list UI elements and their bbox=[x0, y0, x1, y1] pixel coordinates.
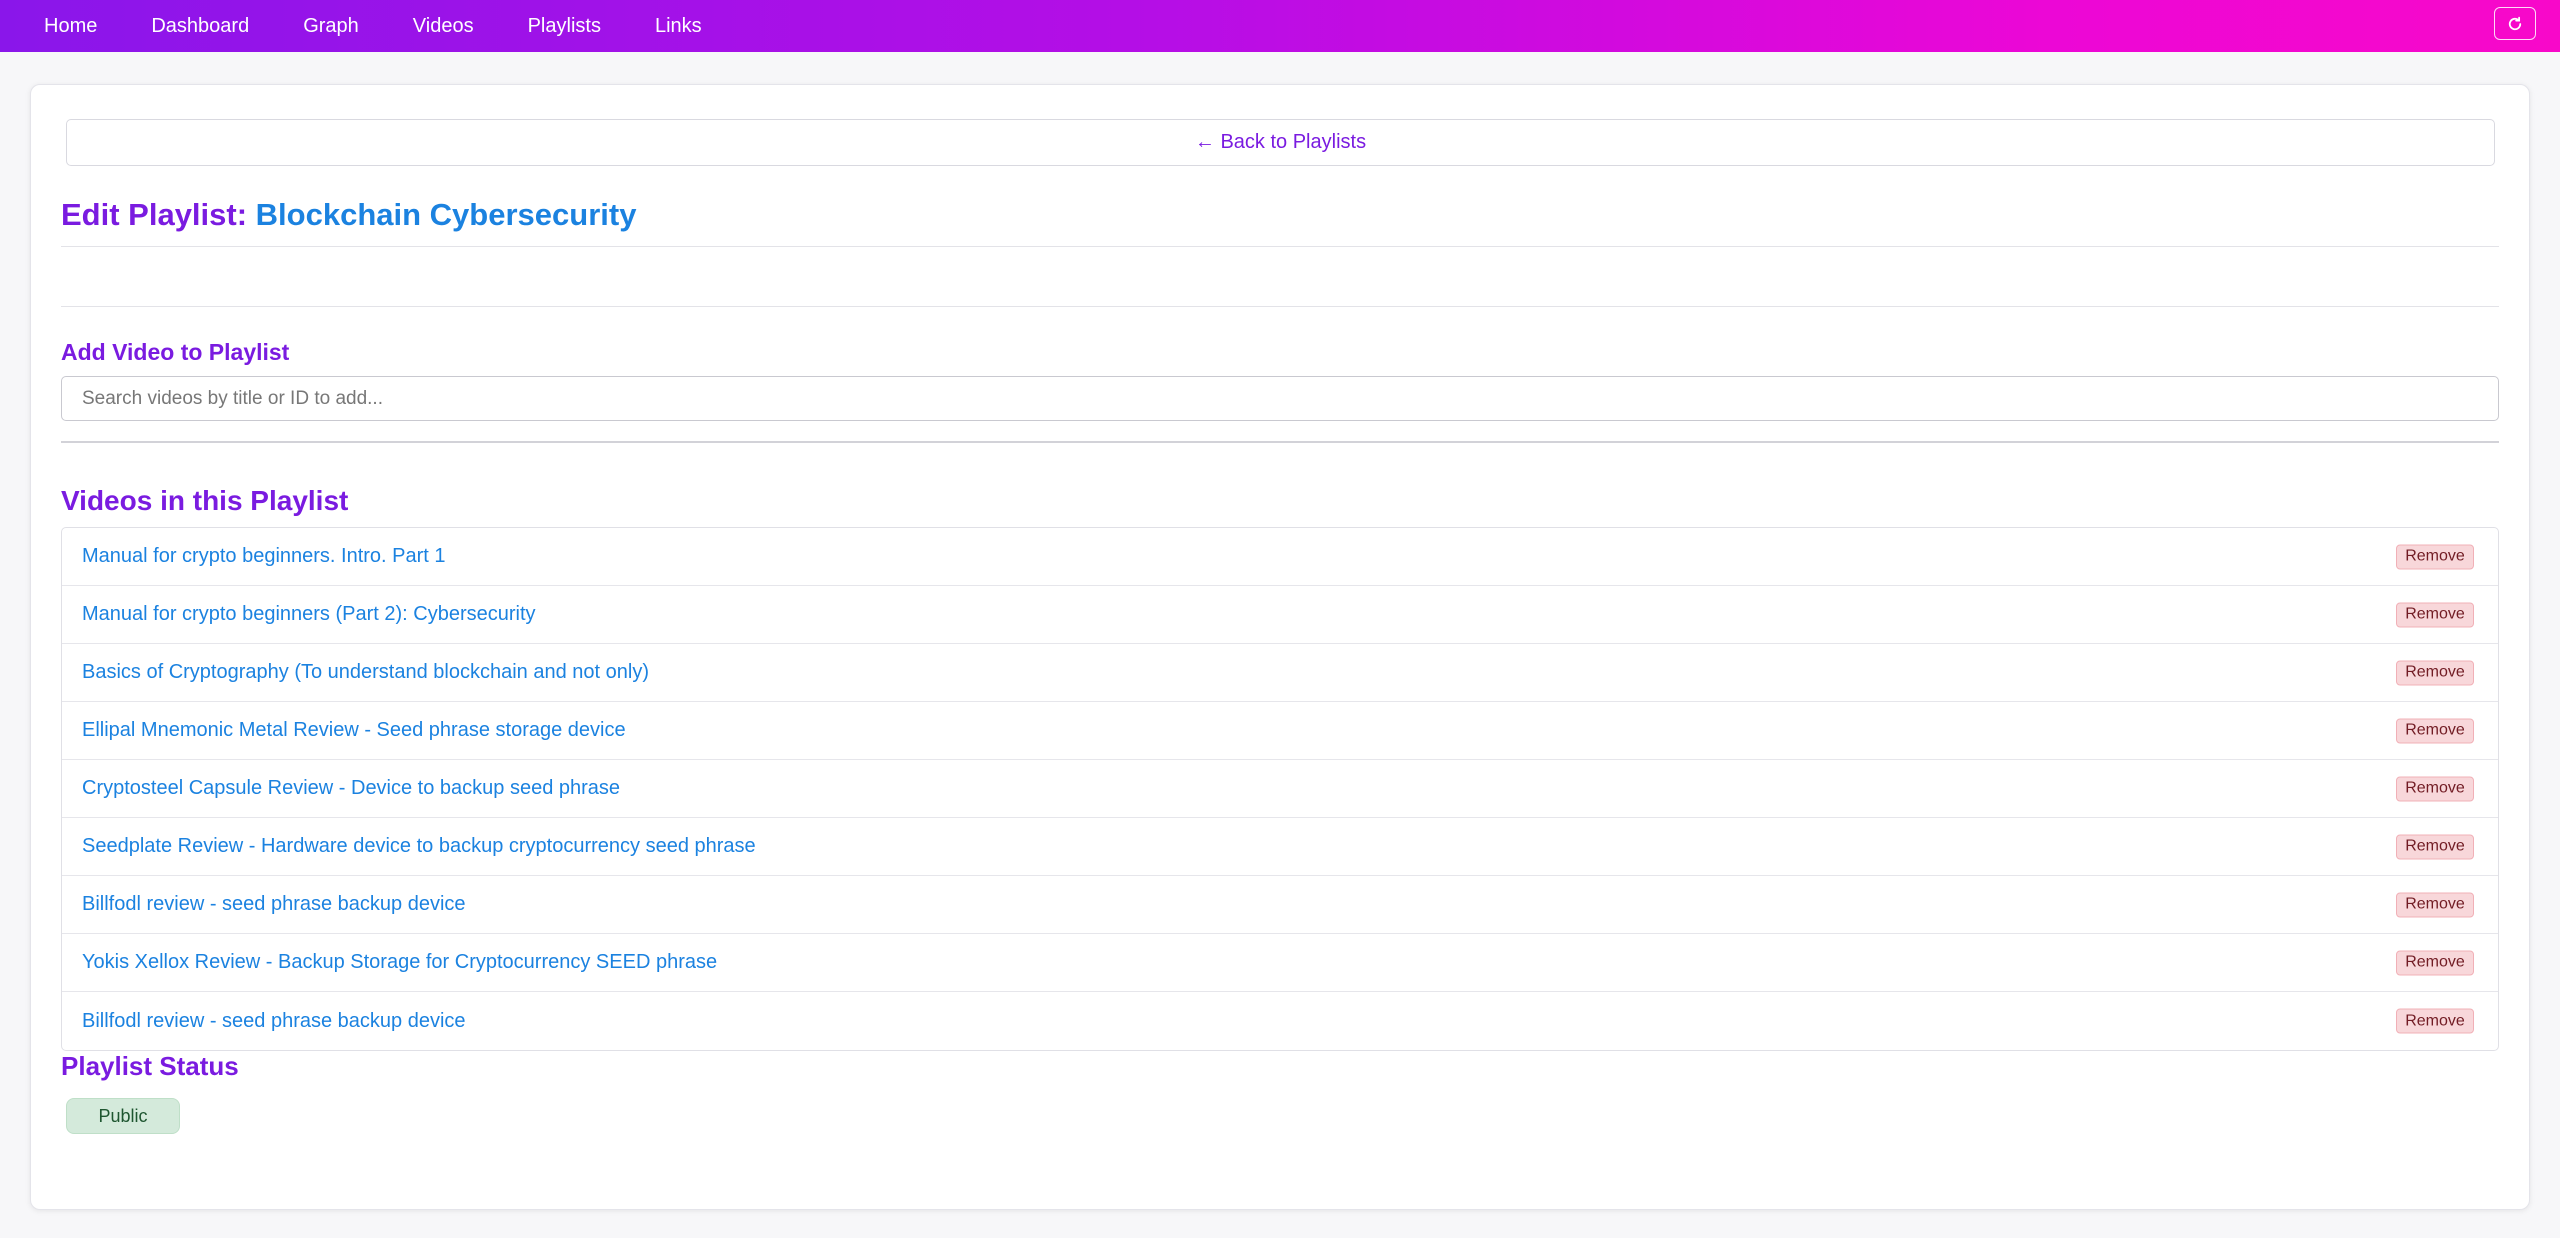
nav-link-home[interactable]: Home bbox=[44, 4, 97, 48]
video-title-link[interactable]: Basics of Cryptography (To understand bl… bbox=[82, 661, 649, 684]
list-item: Basics of Cryptography (To understand bl… bbox=[62, 644, 2498, 702]
divider bbox=[61, 441, 2499, 443]
list-item: Yokis Xellox Review - Backup Storage for… bbox=[62, 934, 2498, 992]
video-title-link[interactable]: Manual for crypto beginners. Intro. Part… bbox=[82, 545, 446, 568]
playlist-video-list: Manual for crypto beginners. Intro. Part… bbox=[61, 527, 2499, 1051]
remove-video-button[interactable]: Remove bbox=[2396, 660, 2474, 685]
remove-video-button[interactable]: Remove bbox=[2396, 544, 2474, 569]
list-item: Manual for crypto beginners (Part 2): Cy… bbox=[62, 586, 2498, 644]
remove-video-button[interactable]: Remove bbox=[2396, 776, 2474, 801]
list-item: Ellipal Mnemonic Metal Review - Seed phr… bbox=[62, 702, 2498, 760]
video-title-link[interactable]: Billfodl review - seed phrase backup dev… bbox=[82, 1010, 466, 1033]
page-title: Edit Playlist: Blockchain Cybersecurity bbox=[61, 197, 636, 233]
remove-video-button[interactable]: Remove bbox=[2396, 1008, 2474, 1034]
video-title-link[interactable]: Billfodl review - seed phrase backup dev… bbox=[82, 893, 466, 916]
nav-link-videos[interactable]: Videos bbox=[413, 4, 474, 48]
remove-video-button[interactable]: Remove bbox=[2396, 602, 2474, 627]
remove-video-button[interactable]: Remove bbox=[2396, 950, 2474, 975]
list-item: Manual for crypto beginners. Intro. Part… bbox=[62, 528, 2498, 586]
nav-link-graph[interactable]: Graph bbox=[303, 4, 359, 48]
remove-video-button[interactable]: Remove bbox=[2396, 718, 2474, 743]
video-title-link[interactable]: Manual for crypto beginners (Part 2): Cy… bbox=[82, 603, 536, 626]
videos-heading: Videos in this Playlist bbox=[61, 485, 349, 516]
video-title-link[interactable]: Cryptosteel Capsule Review - Device to b… bbox=[82, 777, 620, 800]
divider bbox=[61, 246, 2499, 247]
video-title-link[interactable]: Yokis Xellox Review - Backup Storage for… bbox=[82, 951, 717, 974]
page-title-prefix: Edit Playlist: bbox=[61, 197, 256, 232]
list-item: Billfodl review - seed phrase backup dev… bbox=[62, 992, 2498, 1050]
top-navbar: Home Dashboard Graph Videos Playlists Li… bbox=[0, 0, 2560, 52]
list-item: Cryptosteel Capsule Review - Device to b… bbox=[62, 760, 2498, 818]
back-to-playlists-button[interactable]: ← Back to Playlists bbox=[66, 119, 2495, 166]
nav-link-dashboard[interactable]: Dashboard bbox=[151, 4, 249, 48]
nav-link-playlists[interactable]: Playlists bbox=[528, 4, 601, 48]
nav-links: Home Dashboard Graph Videos Playlists Li… bbox=[0, 0, 756, 52]
video-title-link[interactable]: Seedplate Review - Hardware device to ba… bbox=[82, 835, 756, 858]
nav-link-links[interactable]: Links bbox=[655, 4, 702, 48]
playlist-name: Blockchain Cybersecurity bbox=[255, 197, 637, 232]
video-title-link[interactable]: Ellipal Mnemonic Metal Review - Seed phr… bbox=[82, 719, 626, 742]
divider bbox=[61, 306, 2499, 307]
remove-video-button[interactable]: Remove bbox=[2396, 834, 2474, 859]
playlist-status-heading: Playlist Status bbox=[61, 1051, 239, 1081]
edit-playlist-card: ← Back to Playlists Edit Playlist: Block… bbox=[30, 84, 2530, 1210]
list-item: Seedplate Review - Hardware device to ba… bbox=[62, 818, 2498, 876]
list-item: Billfodl review - seed phrase backup dev… bbox=[62, 876, 2498, 934]
add-video-heading: Add Video to Playlist bbox=[61, 339, 290, 365]
remove-video-button[interactable]: Remove bbox=[2396, 892, 2474, 917]
status-badge[interactable]: Public bbox=[66, 1098, 180, 1134]
refresh-button[interactable] bbox=[2494, 7, 2536, 40]
video-search-input[interactable] bbox=[61, 376, 2499, 421]
refresh-icon bbox=[2508, 16, 2522, 30]
